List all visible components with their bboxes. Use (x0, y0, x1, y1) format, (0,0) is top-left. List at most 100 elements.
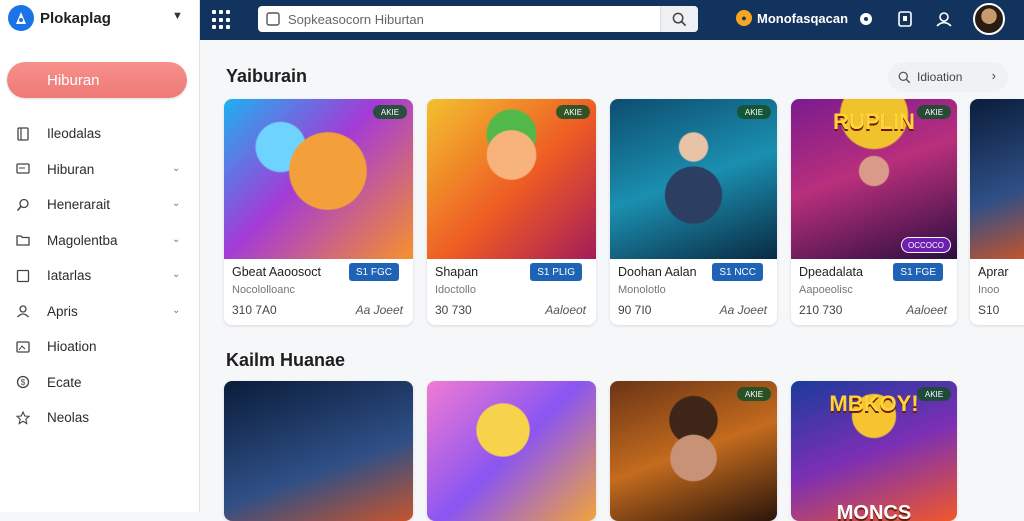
card-action-link[interactable]: Aaloeot (545, 303, 586, 317)
game-thumbnail[interactable]: AKIE (224, 99, 413, 259)
game-card[interactable] (224, 381, 413, 521)
card-subtitle: Inoo (978, 284, 1000, 296)
chevron-down-icon[interactable]: ⌄ (172, 163, 180, 174)
search-input[interactable] (288, 11, 648, 27)
section-title: Yaiburain (226, 66, 308, 86)
user-icon (15, 303, 31, 319)
section-title: Kailm Huanae (226, 350, 346, 370)
price-button[interactable]: S1 NCC (712, 263, 763, 281)
bookmark-icon (15, 126, 31, 142)
chevron-down-icon[interactable]: ⌄ (172, 305, 180, 316)
game-thumbnail[interactable] (427, 381, 596, 521)
sidebar-item-magolentba[interactable]: Magolentba ⌄ (0, 223, 199, 259)
chevron-down-icon[interactable]: ▼ (172, 10, 183, 22)
art-title: RUPLIN (833, 109, 915, 134)
card-subtitle: Idoctollo (435, 284, 476, 296)
search-bar (258, 6, 698, 32)
game-card[interactable]: AKIE Gbeat Aaoosoct Nocololloanc 310 7A0 Aa … (224, 99, 413, 325)
card-count: 210 730 (799, 303, 843, 317)
art-title: MBKOY! (829, 391, 919, 416)
brand[interactable]: Plokaplag (8, 5, 111, 31)
sidebar-item-label: Iatarlas (47, 268, 92, 284)
game-card[interactable] (427, 381, 596, 521)
card-badge: AKIE (737, 105, 771, 119)
game-thumbnail[interactable]: AKIE (610, 381, 777, 521)
app-brand[interactable]: ● Monofasqacan (736, 10, 848, 26)
game-card[interactable]: Aprar Inoo S10 (970, 99, 1024, 325)
card-action-link[interactable]: Aaloeet (906, 303, 947, 317)
sidebar-item-label: Magolentba (47, 232, 118, 248)
sidebar-item-label: Ileodalas (47, 126, 102, 142)
app-brand-icon: ● (736, 10, 752, 26)
game-thumbnail[interactable] (970, 99, 1024, 259)
sidebar-item-iatarlas[interactable]: Iatarlas ⌄ (0, 258, 199, 294)
square-icon (15, 268, 31, 284)
filter-label: Idioation (917, 70, 963, 84)
search-field-icon (266, 12, 280, 26)
game-thumbnail[interactable]: AKIE RUPLIN OCCOCO (791, 99, 957, 259)
sidebar-item-neolas[interactable]: Neolas (0, 400, 199, 436)
card-subtitle: Nocololloanc (232, 284, 295, 296)
game-card[interactable]: AKIE MBKOY! MONCS (791, 381, 957, 521)
image-icon (15, 339, 31, 355)
sidebar-item-apris[interactable]: Apris ⌄ (0, 294, 199, 330)
game-card[interactable]: AKIE Doohan Aalan Monolotlo 90 7I0 Aa Joeet S… (610, 99, 777, 325)
notification-dot-icon[interactable] (857, 10, 875, 28)
sidebar-item-henerarait[interactable]: Henerarait ⌄ (0, 187, 199, 223)
card-action-link[interactable]: Aa Joeet (720, 303, 767, 317)
game-card[interactable]: AKIE (610, 381, 777, 521)
card-count: 310 7A0 (232, 303, 277, 317)
sidebar-item-label: Neolas (47, 410, 90, 426)
folder-icon (15, 232, 31, 248)
sidebar-item-hioation[interactable]: Hioation (0, 329, 199, 365)
chevron-down-icon[interactable]: ⌄ (172, 198, 180, 209)
game-card[interactable]: AKIE RUPLIN OCCOCO Dpeadalata Aapoeolisc 210 … (791, 99, 957, 325)
sidebar-item-label: Hiburan (47, 161, 95, 177)
primary-category-button[interactable]: Hiburan (7, 62, 187, 98)
sidebar-item-label: Henerarait (47, 197, 111, 213)
game-thumbnail[interactable]: AKIE MBKOY! MONCS (791, 381, 957, 521)
account-icon[interactable] (935, 10, 953, 28)
game-card[interactable]: AKIE Shapan Idoctollo 30 730 Aaloeot S1 PLIG (427, 99, 596, 325)
avatar[interactable] (973, 3, 1005, 35)
search-icon (672, 12, 687, 26)
sidebar-item-ileodalas[interactable]: Ileodalas (0, 116, 199, 152)
card-count: 30 730 (435, 303, 472, 317)
card-subtitle: Monolotlo (618, 284, 666, 296)
tag-pill: OCCOCO (901, 237, 951, 253)
filter-dropdown[interactable]: Idioation › (888, 62, 1008, 92)
price-button[interactable]: S1 FGE (893, 263, 943, 281)
chevron-down-icon[interactable]: ⌄ (172, 234, 180, 245)
monitor-icon (15, 161, 31, 177)
sidebar-item-label: Ecate (47, 374, 82, 390)
search-icon (15, 197, 31, 213)
brand-name: Plokaplag (40, 9, 111, 27)
game-thumbnail[interactable]: AKIE (427, 99, 596, 259)
game-thumbnail[interactable]: AKIE (610, 99, 777, 259)
apps-grid-icon[interactable] (212, 10, 232, 30)
card-badge: AKIE (373, 105, 407, 119)
search-button[interactable] (660, 6, 698, 32)
sidebar-nav: Ileodalas Hiburan ⌄ Henerarait ⌄ Magolentba ⌄ I… (0, 116, 199, 436)
sidebar-item-hiburan[interactable]: Hiburan ⌄ (0, 152, 199, 188)
card-subtitle: Aapoeolisc (799, 284, 853, 296)
price-button[interactable]: S1 PLIG (530, 263, 582, 281)
search-icon (898, 71, 911, 83)
brand-logo-icon (8, 5, 34, 31)
chevron-down-icon[interactable]: ⌄ (172, 269, 180, 280)
price-button[interactable]: S1 FGC (348, 263, 399, 281)
card-action-link[interactable]: Aa Joeet (356, 303, 403, 317)
game-thumbnail[interactable] (224, 381, 413, 521)
chevron-right-icon: › (991, 68, 996, 83)
sidebar-item-label: Hioation (47, 339, 97, 355)
sidebar: Plokaplag ▼ Hiburan Ileodalas Hiburan ⌄ Hen… (0, 0, 200, 512)
card-count: 90 7I0 (618, 303, 652, 317)
tablet-icon[interactable] (896, 10, 914, 28)
card-title: Aprar (978, 265, 1009, 279)
coin-icon: $ (15, 374, 31, 390)
card-count: S10 (978, 303, 1000, 317)
sidebar-item-label: Apris (47, 303, 78, 319)
sidebar-item-ecate[interactable]: $ Ecate (0, 365, 199, 401)
topbar: ● Monofasqacan (200, 0, 1024, 40)
star-icon (15, 410, 31, 426)
